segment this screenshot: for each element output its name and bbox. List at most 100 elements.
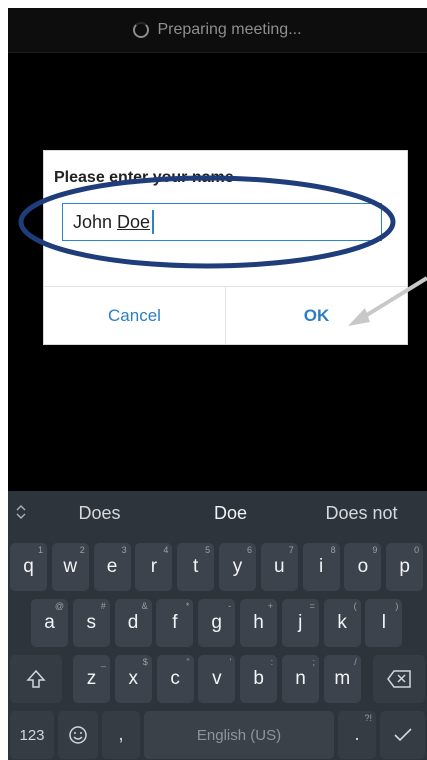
key-q[interactable]: q1 bbox=[10, 543, 47, 591]
key-z-hint: _ bbox=[100, 657, 106, 667]
key-b-hint: : bbox=[270, 657, 274, 667]
key-g-label: g bbox=[211, 612, 222, 633]
key-p-label: p bbox=[399, 556, 410, 577]
key-r-label: r bbox=[150, 556, 158, 577]
key-h-hint: + bbox=[267, 601, 273, 611]
key-i[interactable]: i8 bbox=[302, 543, 340, 591]
key-o[interactable]: o9 bbox=[344, 543, 382, 591]
dialog-buttons: Cancel OK bbox=[44, 286, 407, 344]
key-c-hint: " bbox=[186, 657, 190, 667]
key-s-hint: # bbox=[100, 601, 106, 611]
expand-chevron-icon[interactable] bbox=[8, 504, 34, 522]
name-dialog: Please enter your name John Doe Cancel O… bbox=[43, 150, 408, 345]
key-c-label: c bbox=[170, 668, 180, 689]
space-key[interactable]: English (US) bbox=[144, 711, 334, 759]
status-bar: Preparing meeting... bbox=[8, 8, 427, 53]
key-w-hint: 2 bbox=[79, 545, 85, 555]
period-key-label: . bbox=[354, 724, 360, 745]
key-k[interactable]: k( bbox=[323, 599, 361, 647]
comma-key[interactable]: , bbox=[102, 711, 140, 759]
key-v-hint: ' bbox=[229, 657, 232, 667]
key-y-hint: 6 bbox=[246, 545, 252, 555]
key-l[interactable]: l) bbox=[365, 599, 403, 647]
key-e-hint: 3 bbox=[121, 545, 127, 555]
ok-button[interactable]: OK bbox=[225, 287, 407, 344]
key-x-label: x bbox=[128, 668, 139, 689]
key-z[interactable]: z _ bbox=[73, 655, 110, 703]
key-d-label: d bbox=[127, 612, 139, 633]
key-g[interactable]: g- bbox=[198, 599, 236, 647]
key-a-hint: @ bbox=[54, 601, 64, 611]
key-w-label: w bbox=[63, 556, 78, 577]
key-p-hint: 0 bbox=[414, 545, 420, 555]
key-n-label: n bbox=[295, 668, 306, 689]
cancel-button[interactable]: Cancel bbox=[44, 287, 225, 344]
key-q-hint: 1 bbox=[37, 545, 43, 555]
key-e[interactable]: e3 bbox=[93, 543, 131, 591]
key-h-label: h bbox=[253, 612, 264, 633]
key-k-label: k bbox=[337, 612, 347, 633]
key-e-label: e bbox=[106, 556, 118, 577]
key-x[interactable]: x $ bbox=[114, 655, 152, 703]
key-s[interactable]: s # bbox=[72, 599, 110, 647]
key-n-hint: ; bbox=[312, 657, 315, 667]
suggestion-1[interactable]: Does bbox=[34, 503, 165, 524]
key-f[interactable]: f * bbox=[156, 599, 194, 647]
key-h[interactable]: h + bbox=[240, 599, 277, 647]
key-n[interactable]: n; bbox=[282, 655, 319, 703]
key-o-label: o bbox=[357, 556, 369, 577]
key-p[interactable]: p0 bbox=[386, 543, 424, 591]
numbers-key-label: 123 bbox=[19, 726, 45, 744]
key-c[interactable]: c " bbox=[156, 655, 194, 703]
key-j-label: j bbox=[298, 612, 303, 633]
key-v-label: v bbox=[212, 668, 222, 689]
key-b[interactable]: b: bbox=[240, 655, 278, 703]
soft-keyboard: Does Doe Does not q 1 w 2 e 3 r 4 t 5 y 6 u 7 i 8 o 9 p 0 a @… bbox=[8, 491, 427, 760]
key-t[interactable]: t5 bbox=[177, 543, 215, 591]
suggestion-3[interactable]: Does not bbox=[296, 503, 427, 524]
key-d[interactable]: d & bbox=[114, 599, 152, 647]
key-j-hint: = bbox=[309, 601, 315, 611]
shift-icon bbox=[26, 669, 46, 688]
key-r-hint: 4 bbox=[163, 545, 169, 555]
key-j[interactable]: j = bbox=[281, 599, 319, 647]
numbers-key[interactable]: 123 bbox=[10, 711, 54, 759]
suggestion-bar: Does Doe Does not bbox=[8, 491, 427, 535]
key-a-label: a bbox=[44, 612, 55, 633]
period-key-hint: ?! bbox=[364, 713, 372, 723]
status-text: Preparing meeting... bbox=[157, 21, 302, 38]
key-y[interactable]: y6 bbox=[219, 543, 256, 591]
dialog-title: Please enter your name bbox=[54, 169, 234, 186]
key-l-label: l bbox=[381, 612, 386, 633]
key-r[interactable]: r4 bbox=[135, 543, 173, 591]
key-u-label: u bbox=[274, 556, 285, 577]
key-s-label: s bbox=[86, 612, 97, 633]
key-t-hint: 5 bbox=[205, 545, 211, 555]
key-f-hint: * bbox=[185, 601, 190, 611]
emoji-icon bbox=[69, 726, 87, 744]
key-u[interactable]: u7 bbox=[260, 543, 298, 591]
key-k-hint: ( bbox=[353, 601, 357, 611]
key-i-hint: 8 bbox=[330, 545, 336, 555]
space-key-label: English (US) bbox=[196, 726, 282, 744]
period-key[interactable]: .?! bbox=[338, 711, 376, 759]
emoji-key[interactable] bbox=[58, 711, 98, 759]
shift-key[interactable] bbox=[10, 655, 62, 703]
key-d-hint: & bbox=[141, 601, 148, 611]
key-t-label: t bbox=[193, 556, 199, 577]
enter-key[interactable] bbox=[380, 711, 425, 759]
key-l-hint: ) bbox=[395, 601, 399, 611]
key-z-label: z bbox=[86, 668, 97, 689]
key-b-label: b bbox=[253, 668, 264, 689]
backspace-icon bbox=[387, 670, 411, 688]
suggestion-2[interactable]: Doe bbox=[165, 503, 296, 524]
name-input[interactable]: John Doe bbox=[62, 203, 382, 241]
phone-screen: Preparing meeting... Please enter your n… bbox=[8, 8, 427, 760]
backspace-key[interactable] bbox=[373, 655, 425, 703]
key-v[interactable]: v ' bbox=[198, 655, 236, 703]
key-a[interactable]: a @ bbox=[31, 599, 68, 647]
key-o-hint: 9 bbox=[372, 545, 378, 555]
key-m[interactable]: m / bbox=[323, 655, 361, 703]
key-w[interactable]: w2 bbox=[51, 543, 89, 591]
key-m-label: m bbox=[334, 668, 351, 689]
